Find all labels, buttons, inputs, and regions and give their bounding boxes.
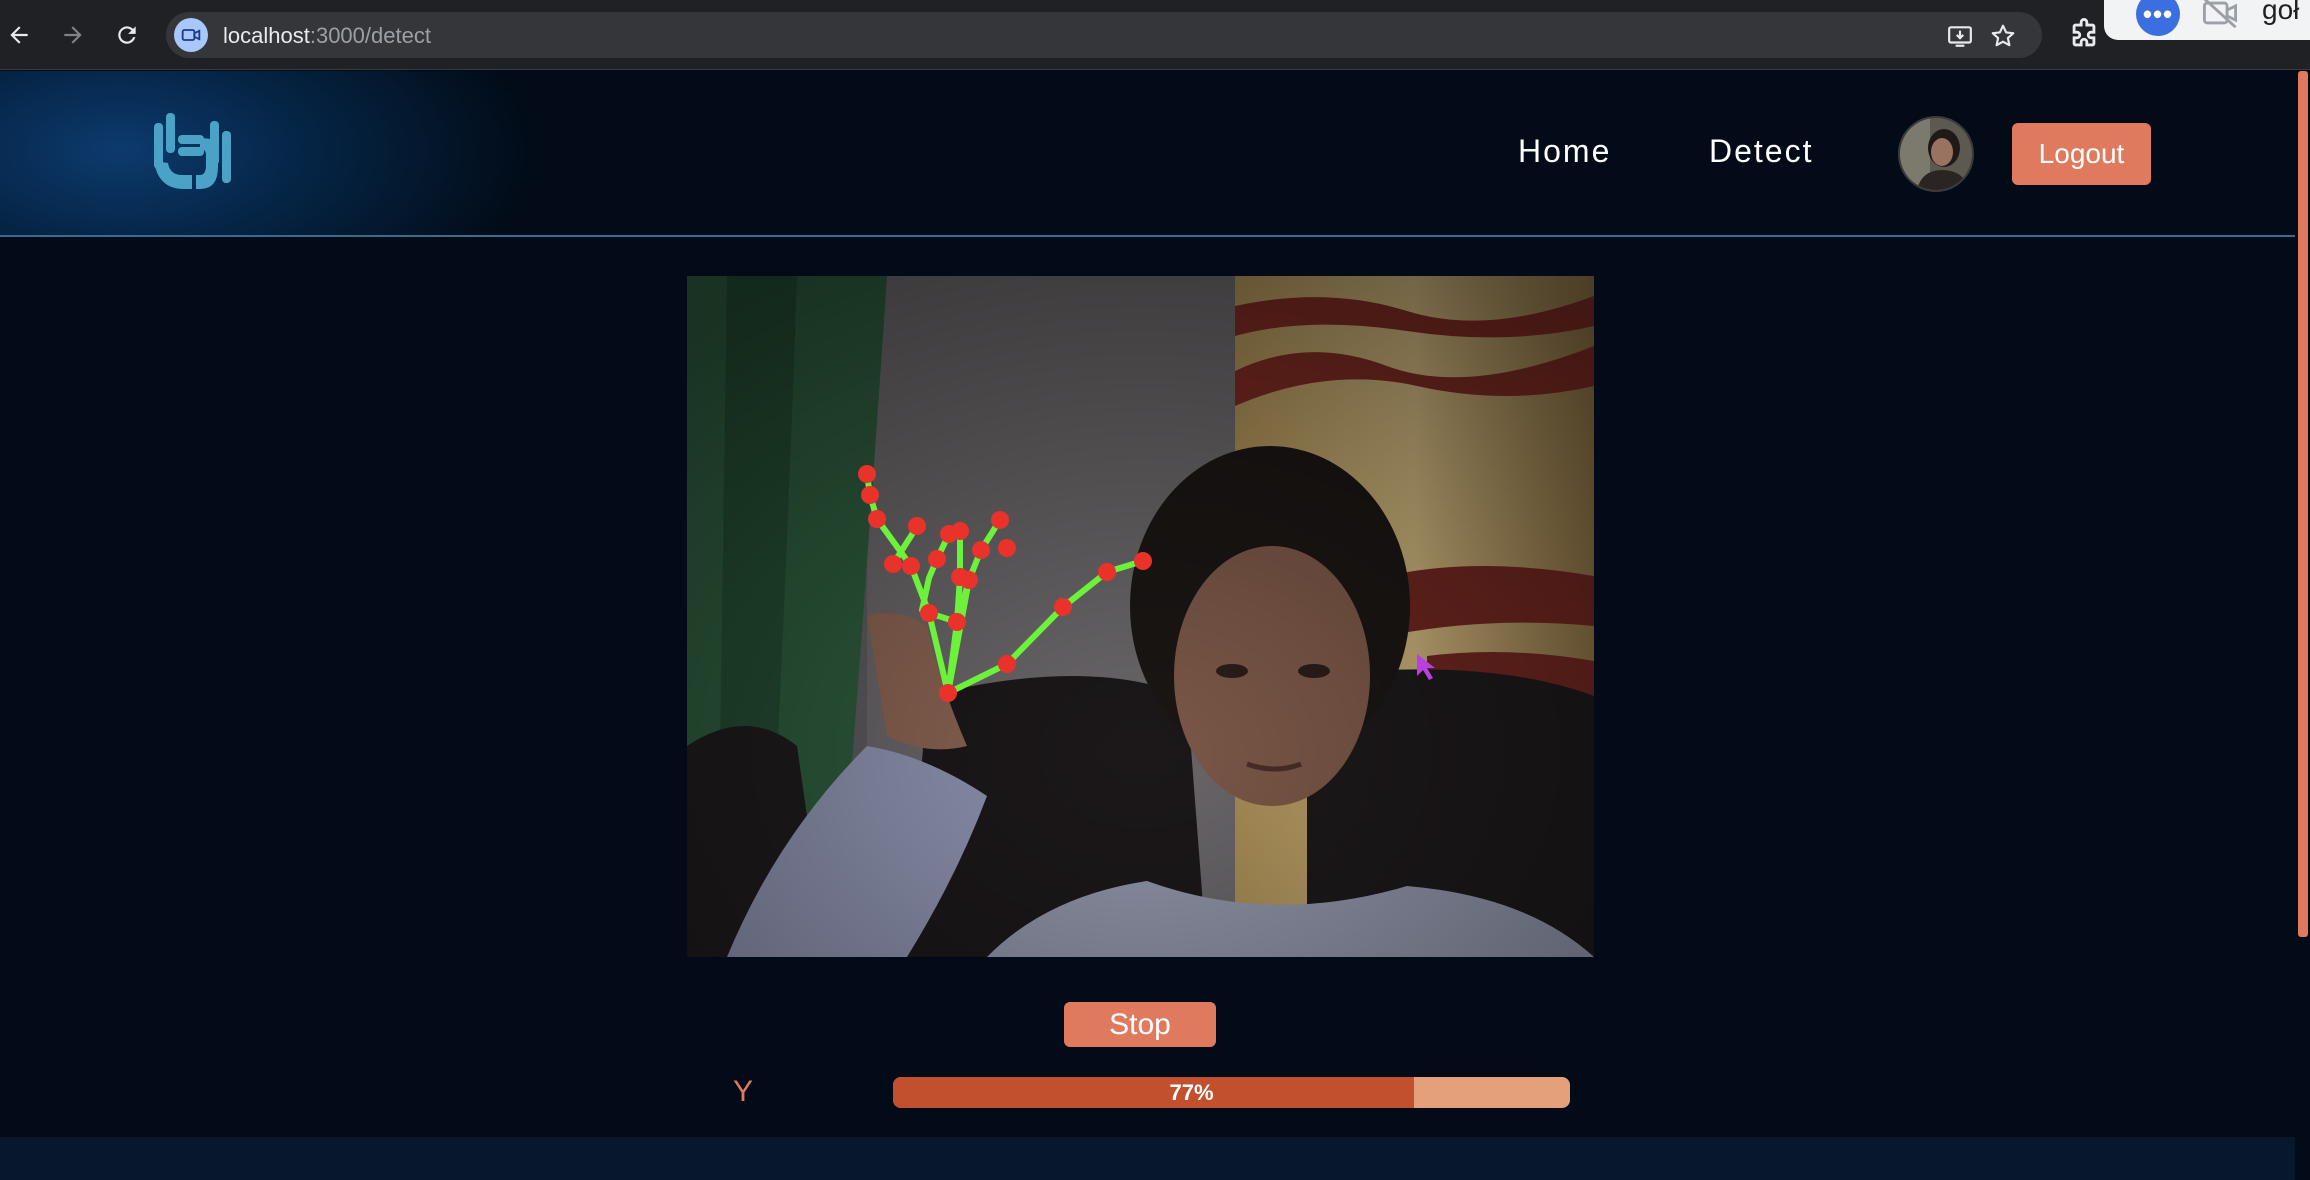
arrow-left-icon xyxy=(10,26,28,44)
more-dots-icon[interactable]: ••• xyxy=(2136,0,2180,36)
browser-toolbar: localhost:3000/detect ••• goł xyxy=(0,0,2310,70)
overlay-text: goł xyxy=(2262,0,2300,25)
call-overlay: ••• goł xyxy=(2104,0,2310,40)
back-button[interactable] xyxy=(0,16,38,54)
puzzle-icon[interactable] xyxy=(2067,18,2101,52)
confidence-label: 77% xyxy=(1169,1080,1214,1105)
arrow-right-icon xyxy=(64,26,82,44)
star-icon xyxy=(1991,24,2015,47)
bookmark-button[interactable] xyxy=(1989,22,2017,50)
confidence-bar: 77% xyxy=(893,1077,1570,1108)
stop-button[interactable]: Stop xyxy=(1064,1002,1216,1047)
reload-button[interactable] xyxy=(108,16,146,54)
webcam-video xyxy=(687,276,1594,957)
address-bar[interactable]: localhost:3000/detect xyxy=(166,12,2042,58)
reload-icon xyxy=(118,26,136,44)
nav-detect-link[interactable]: Detect xyxy=(1709,133,1813,170)
camera-off-icon[interactable] xyxy=(2200,0,2240,30)
forward-button[interactable] xyxy=(54,16,92,54)
install-app-icon xyxy=(1948,26,1972,47)
avatar[interactable] xyxy=(1898,116,1974,192)
app-header: Home Detect Logout xyxy=(0,71,2295,237)
predicted-letter: Y xyxy=(733,1075,754,1108)
footer-band xyxy=(0,1137,2295,1180)
url-path: :3000/detect xyxy=(309,23,431,48)
hands-logo-icon[interactable] xyxy=(148,105,240,197)
install-app-button[interactable] xyxy=(1946,22,1974,50)
nav-home-link[interactable]: Home xyxy=(1518,133,1611,170)
logout-button[interactable]: Logout xyxy=(2012,123,2151,185)
camera-icon xyxy=(181,29,201,41)
url-host: localhost xyxy=(223,23,310,48)
scrollbar-thumb[interactable] xyxy=(2298,71,2308,937)
site-info-button[interactable] xyxy=(174,18,208,52)
url-text[interactable]: localhost:3000/detect xyxy=(223,23,431,49)
